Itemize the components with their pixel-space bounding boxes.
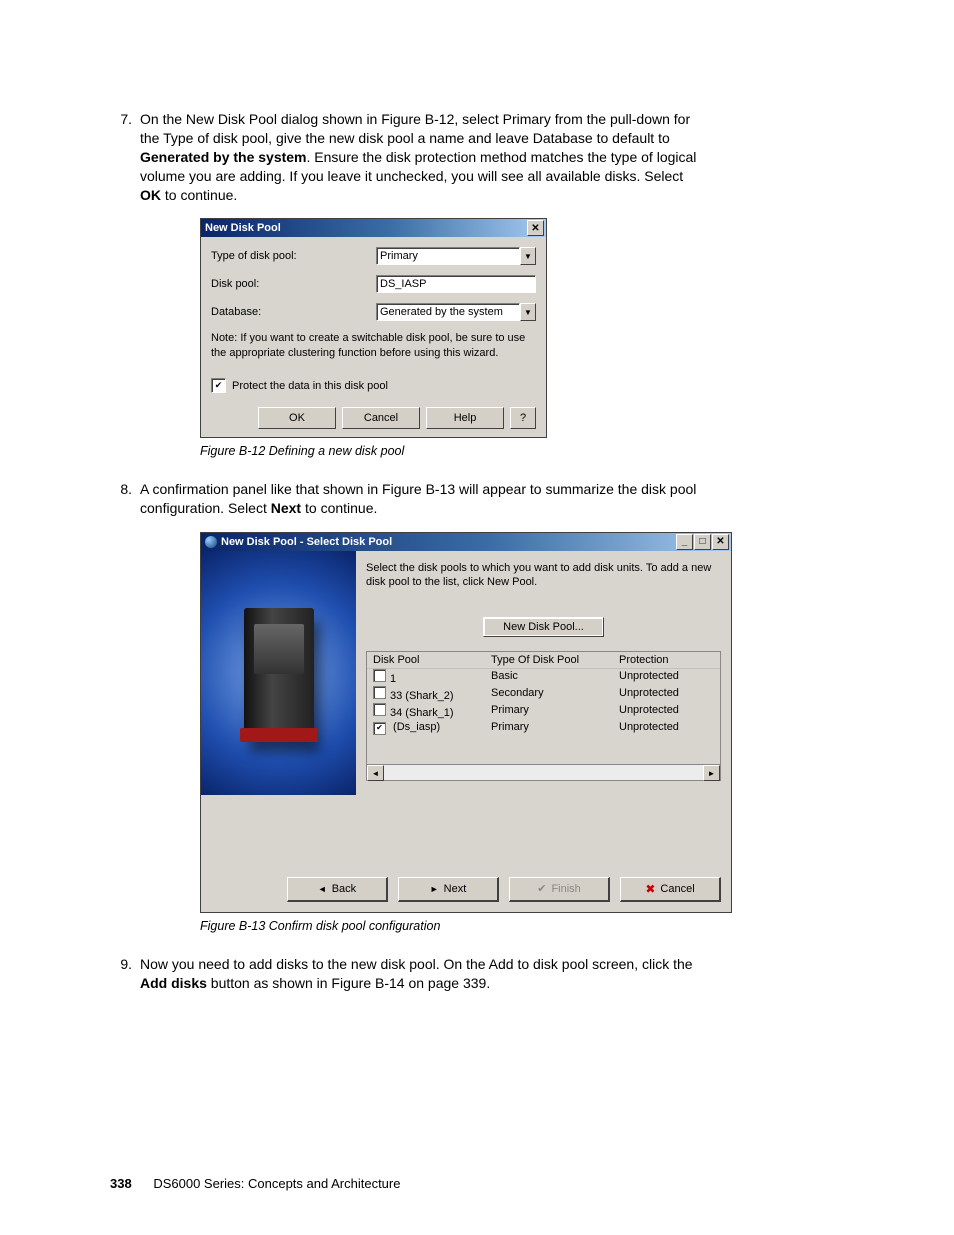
disk-pool-list[interactable]: Disk Pool Type Of Disk Pool Protection 1… [366,651,721,781]
page-footer: 338 DS6000 Series: Concepts and Architec… [110,1176,400,1191]
check-icon [537,882,546,895]
select-disk-pool-dialog: New Disk Pool - Select Disk Pool _ □ ✕ S… [200,532,732,913]
database-label: Database: [211,306,376,318]
disk-pool-input[interactable]: DS_IASP [376,275,536,293]
row-checkbox[interactable]: ✔ [373,722,386,735]
dialog-titlebar: New Disk Pool ✕ [201,219,546,237]
database-combo[interactable]: Generated by the system ▼ [376,303,536,321]
chevron-down-icon[interactable]: ▼ [520,303,536,321]
step-8: 8. A confirmation panel like that shown … [110,480,864,518]
horizontal-scrollbar[interactable]: ◄ ► [367,764,720,780]
type-of-disk-pool-label: Type of disk pool: [211,250,376,262]
protect-label: Protect the data in this disk pool [232,380,388,392]
context-help-button[interactable]: ? [510,407,536,429]
arrow-right-icon [430,883,439,895]
step-number: 7. [110,110,132,204]
step-text: Now you need to add disks to the new dis… [140,955,864,993]
step-number: 9. [110,955,132,993]
maximize-icon[interactable]: □ [694,534,711,550]
new-disk-pool-button[interactable]: New Disk Pool... [483,617,604,637]
ok-button[interactable]: OK [258,407,336,429]
dialog-title: New Disk Pool - Select Disk Pool [221,536,392,548]
step-text: On the New Disk Pool dialog shown in Fig… [140,110,864,204]
back-button[interactable]: Back [287,877,388,902]
step-7: 7. On the New Disk Pool dialog shown in … [110,110,864,204]
figure-caption-b12: Figure B-12 Defining a new disk pool [200,444,864,458]
new-disk-pool-dialog: New Disk Pool ✕ Type of disk pool: Prima… [200,218,547,438]
note-text: Note: If you want to create a switchable… [211,331,536,360]
step-number: 8. [110,480,132,518]
chevron-down-icon[interactable]: ▼ [520,247,536,265]
col-disk-pool: Disk Pool [373,654,491,666]
scroll-right-icon[interactable]: ► [703,765,720,781]
protect-checkbox[interactable]: ✔ [211,378,226,393]
cancel-button[interactable]: Cancel [620,877,721,902]
finish-button: Finish [509,877,610,902]
type-of-disk-pool-combo[interactable]: Primary ▼ [376,247,536,265]
table-row[interactable]: 33 (Shark_2) Secondary Unprotected [367,686,720,703]
col-protection: Protection [619,654,716,666]
book-title: DS6000 Series: Concepts and Architecture [153,1176,400,1191]
table-row[interactable]: ✔ (Ds_iasp) Primary Unprotected [367,720,720,735]
page-number: 338 [110,1176,132,1191]
table-row[interactable]: 1 Basic Unprotected [367,669,720,686]
close-icon[interactable]: ✕ [527,220,544,236]
app-icon [205,536,217,548]
row-checkbox[interactable] [373,703,386,716]
wizard-graphic [201,551,356,795]
instruction-text: Select the disk pools to which you want … [366,561,721,590]
col-type: Type Of Disk Pool [491,654,619,666]
server-tower-icon [244,608,314,738]
close-icon[interactable]: ✕ [712,534,729,550]
step-text: A confirmation panel like that shown in … [140,480,864,518]
arrow-left-icon [318,883,327,895]
row-checkbox[interactable] [373,669,386,682]
x-icon [645,882,655,896]
step-9: 9. Now you need to add disks to the new … [110,955,864,993]
scroll-left-icon[interactable]: ◄ [367,765,384,781]
disk-pool-label: Disk pool: [211,278,376,290]
cancel-button[interactable]: Cancel [342,407,420,429]
minimize-icon[interactable]: _ [676,534,693,550]
dialog-titlebar: New Disk Pool - Select Disk Pool _ □ ✕ [201,533,731,551]
help-button[interactable]: Help [426,407,504,429]
dialog-title: New Disk Pool [205,222,281,234]
table-row[interactable]: 34 (Shark_1) Primary Unprotected [367,703,720,720]
figure-caption-b13: Figure B-13 Confirm disk pool configurat… [200,919,864,933]
row-checkbox[interactable] [373,686,386,699]
next-button[interactable]: Next [398,877,499,902]
